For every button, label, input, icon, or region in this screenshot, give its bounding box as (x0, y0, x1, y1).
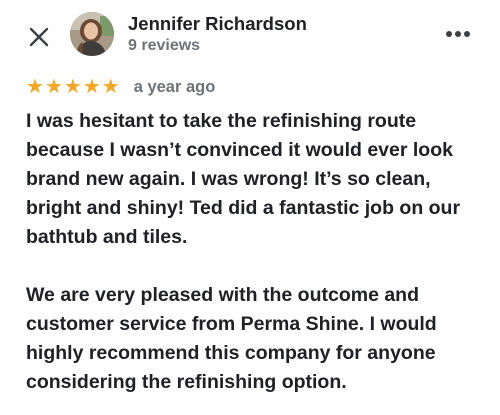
review-date: a year ago (133, 77, 216, 96)
close-button[interactable] (22, 20, 56, 54)
close-icon (29, 27, 49, 47)
star-icon: ★ (101, 76, 120, 98)
star-icon: ★ (26, 76, 44, 98)
star-icon: ★ (82, 76, 101, 98)
more-horizontal-icon (446, 31, 470, 37)
review-paragraph: I was hesitant to take the refinishing r… (26, 110, 461, 248)
review-count[interactable]: 9 reviews (128, 37, 200, 55)
avatar[interactable] (70, 12, 114, 56)
review-paragraph: We are very pleased with the outcome and… (26, 284, 437, 393)
more-options-button[interactable] (440, 20, 476, 48)
star-icon: ★ (63, 76, 82, 98)
review-card: Jennifer Richardson 9 reviews ★ ★ ★ ★ ★ … (0, 0, 500, 415)
rating-row: ★ ★ ★ ★ ★ a year ago (26, 76, 215, 98)
author-name[interactable]: Jennifer Richardson (128, 13, 307, 35)
star-icon: ★ (44, 76, 63, 98)
star-rating: ★ ★ ★ ★ ★ (26, 77, 120, 97)
author-photo (70, 12, 114, 56)
review-text: I was hesitant to take the refinishing r… (26, 107, 486, 397)
